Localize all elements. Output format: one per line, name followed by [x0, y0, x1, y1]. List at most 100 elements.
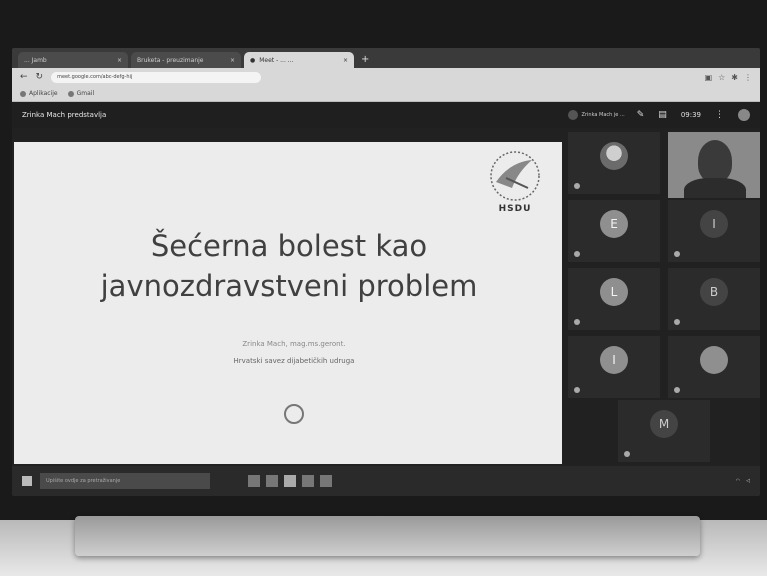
- mic-off-icon: [674, 251, 680, 257]
- slide-title-line-2: javnozdravstveni problem: [100, 269, 478, 303]
- clock: 09:39: [680, 111, 701, 119]
- gmail-icon: [67, 90, 74, 97]
- close-icon[interactable]: ×: [230, 57, 235, 64]
- browser-tab-1[interactable]: ... Jamb ×: [18, 52, 128, 68]
- participant-tile[interactable]: [568, 132, 660, 194]
- screen: ... Jamb × Bruketa - preuzimanje × ● Mee…: [12, 48, 760, 496]
- participant-tile[interactable]: E: [568, 200, 660, 262]
- participant-name: [574, 251, 583, 257]
- mic-off-icon: [674, 319, 680, 325]
- close-icon[interactable]: ×: [117, 57, 122, 64]
- mic-off-icon: [574, 183, 580, 189]
- taskbar-search-placeholder: Upišite ovdje za pretraživanje: [46, 478, 121, 484]
- bookmarks-bar: Aplikacije Gmail: [12, 86, 760, 102]
- participant-name: [574, 183, 583, 189]
- windows-start-icon[interactable]: [22, 476, 32, 486]
- participant-name: [574, 319, 583, 325]
- presenter-title: Zrinka Mach predstavlja: [22, 111, 107, 119]
- slide-organization: Hrvatski savez dijabetičkih udruga: [233, 357, 355, 365]
- taskbar-search-input[interactable]: Upišite ovdje za pretraživanje: [40, 473, 210, 489]
- chrome-icon[interactable]: [284, 475, 296, 487]
- person-body: [684, 178, 746, 198]
- app-icon[interactable]: [320, 475, 332, 487]
- browser-tabstrip: ... Jamb × Bruketa - preuzimanje × ● Mee…: [12, 48, 760, 68]
- avatar: E: [600, 210, 628, 238]
- menu-icon[interactable]: ⋮: [744, 73, 752, 82]
- participant-name: [674, 319, 683, 325]
- taskbar-apps: [248, 475, 332, 487]
- participant-tile[interactable]: L: [568, 268, 660, 330]
- avatar: B: [700, 278, 728, 306]
- browser-tab-3[interactable]: ● Meet - ... ... ×: [244, 52, 354, 68]
- mic-off-icon: [624, 451, 630, 457]
- media-icon[interactable]: [302, 475, 314, 487]
- participant-tile[interactable]: B: [668, 268, 760, 330]
- bookmark-gmail[interactable]: Gmail: [67, 90, 95, 97]
- bookmark-apps[interactable]: Aplikacije: [20, 90, 58, 97]
- back-icon[interactable]: ←: [20, 72, 28, 82]
- meet-header: Zrinka Mach predstavlja Zrinka Mach je .…: [12, 102, 760, 128]
- close-icon[interactable]: ×: [343, 57, 348, 64]
- slide-title: Šećerna bolest kao javnozdravstveni prob…: [54, 226, 524, 306]
- pin-icon[interactable]: ✎: [637, 110, 645, 120]
- camera-icon[interactable]: ▣: [705, 73, 713, 82]
- browser-tab-2[interactable]: Bruketa - preuzimanje ×: [131, 52, 241, 68]
- url-text: meet.google.com/abc-defg-hij: [57, 74, 133, 80]
- bookmark-label: Gmail: [76, 90, 95, 97]
- tab-label: Meet - ... ...: [259, 56, 294, 64]
- participant-name: [574, 387, 583, 393]
- participant-tile[interactable]: I: [668, 200, 760, 262]
- new-tab-button[interactable]: +: [361, 52, 369, 68]
- participant-name: [674, 387, 683, 393]
- footer-logo-icon: [284, 404, 304, 424]
- mic-off-icon: [574, 387, 580, 393]
- participant-tile[interactable]: M: [618, 400, 710, 462]
- avatar: I: [600, 346, 628, 374]
- mic-off-icon: [574, 319, 580, 325]
- extensions-icon[interactable]: ✱: [731, 73, 738, 82]
- browser-toolbar: ← ↻ meet.google.com/abc-defg-hij ▣ ☆ ✱ ⋮: [12, 68, 760, 86]
- avatar: L: [600, 278, 628, 306]
- participant-tile[interactable]: [668, 336, 760, 398]
- tab-label: ... Jamb: [24, 56, 47, 64]
- address-bar[interactable]: meet.google.com/abc-defg-hij: [51, 71, 262, 83]
- task-view-icon[interactable]: [248, 475, 260, 487]
- captions-icon[interactable]: ▤: [658, 110, 667, 120]
- laptop-hinge: [75, 516, 700, 556]
- participant-name: [674, 251, 683, 257]
- slide-title-line-1: Šećerna bolest kao: [150, 229, 428, 263]
- present-icon: [567, 110, 578, 120]
- participant-name: [624, 451, 633, 457]
- reload-icon[interactable]: ↻: [36, 72, 44, 82]
- apps-icon: [20, 90, 26, 97]
- header-icons: ✎ ▤ 09:39 ⋮: [637, 109, 750, 121]
- system-tray: ◠ ◁: [736, 478, 750, 484]
- avatar: I: [700, 210, 728, 238]
- record-icon: ●: [250, 56, 256, 64]
- tab-label: Bruketa - preuzimanje: [137, 56, 204, 64]
- avatar: [700, 346, 728, 374]
- slide-author: Zrinka Mach, mag.ms.geront.: [242, 340, 346, 348]
- os-taskbar: Upišite ovdje za pretraživanje ◠ ◁: [12, 466, 760, 496]
- star-icon[interactable]: ☆: [718, 73, 725, 82]
- logo-text: HSDU: [498, 204, 532, 214]
- mic-off-icon: [574, 251, 580, 257]
- presenting-chip[interactable]: Zrinka Mach je ...: [567, 110, 625, 120]
- participant-tile[interactable]: I: [568, 336, 660, 398]
- mic-off-icon: [674, 387, 680, 393]
- avatar: [600, 142, 628, 170]
- explorer-icon[interactable]: [266, 475, 278, 487]
- presentation-slide: HSDU Šećerna bolest kao javnozdravstveni…: [14, 142, 562, 464]
- more-icon[interactable]: ⋮: [715, 110, 724, 120]
- volume-icon[interactable]: ◁: [746, 478, 750, 484]
- wifi-icon[interactable]: ◠: [736, 478, 740, 484]
- bookmark-label: Aplikacije: [29, 90, 58, 97]
- toolbar-actions: ▣ ☆ ✱ ⋮: [705, 73, 752, 82]
- participants-panel: E I L B I M: [568, 132, 760, 464]
- hsdu-logo-icon: [490, 151, 540, 201]
- self-video[interactable]: [668, 132, 760, 198]
- presenting-chip-label: Zrinka Mach je ...: [581, 112, 625, 118]
- person-head: [698, 140, 732, 182]
- avatar[interactable]: [738, 109, 750, 121]
- avatar: M: [650, 410, 678, 438]
